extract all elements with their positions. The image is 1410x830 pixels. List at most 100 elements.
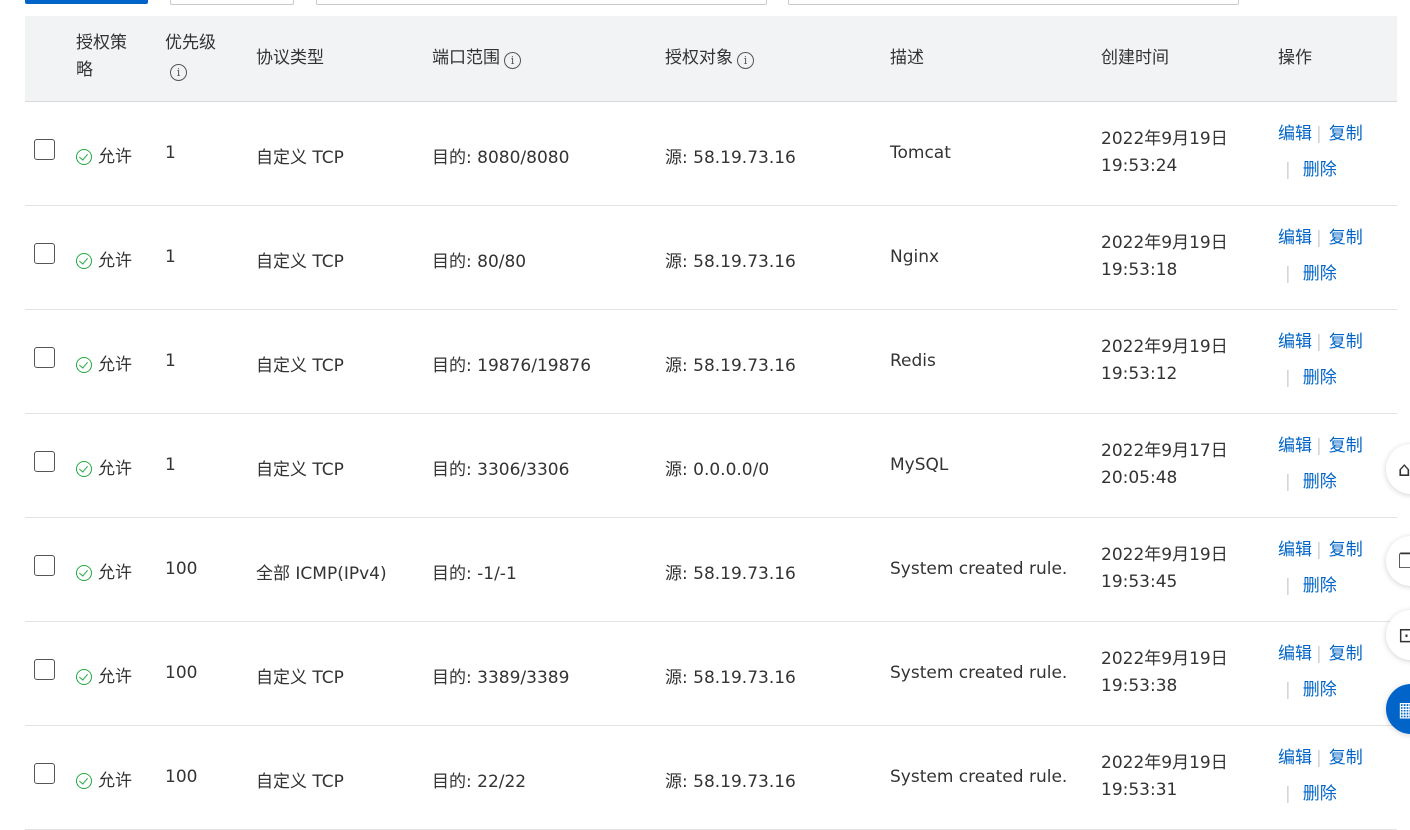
row-checkbox[interactable] (34, 347, 55, 368)
copy-link[interactable]: 复制 (1329, 228, 1363, 248)
header-priority-label: 优先级 (165, 33, 216, 53)
protocol-cell: 自定义 TCP (256, 460, 344, 480)
check-circle-icon (76, 669, 92, 685)
header-protocol: 协议类型 (256, 48, 324, 68)
row-checkbox[interactable] (34, 451, 55, 472)
protocol-cell: 自定义 TCP (256, 356, 344, 376)
desc-cell: Nginx (890, 247, 940, 267)
search-input[interactable] (788, 0, 1239, 5)
ops-cell: 编辑 | 复制 | 删除 (1278, 532, 1363, 604)
policy-cell: 允许 (76, 454, 132, 479)
copy-link[interactable]: 复制 (1329, 540, 1363, 560)
copy-link[interactable]: 复制 (1329, 644, 1363, 664)
row-checkbox[interactable] (34, 139, 55, 160)
policy-label: 允许 (98, 251, 132, 271)
edit-link[interactable]: 编辑 (1278, 332, 1312, 352)
edit-link[interactable]: 编辑 (1278, 644, 1312, 664)
row-checkbox[interactable] (34, 763, 55, 784)
ops-separator: | (1316, 332, 1322, 352)
row-checkbox[interactable] (34, 659, 55, 680)
edit-link[interactable]: 编辑 (1278, 540, 1312, 560)
header-policy: 授权策 略 (76, 30, 146, 84)
copy-link[interactable]: 复制 (1329, 124, 1363, 144)
ops-separator: | (1285, 264, 1291, 284)
header-ops: 操作 (1278, 48, 1312, 68)
priority-cell: 1 (165, 143, 176, 163)
copy-link[interactable]: 复制 (1329, 748, 1363, 768)
row-checkbox[interactable] (34, 555, 55, 576)
delete-link[interactable]: 删除 (1303, 368, 1337, 388)
info-icon[interactable]: i (170, 64, 187, 81)
priority-cell: 100 (165, 663, 198, 683)
edit-link[interactable]: 编辑 (1278, 124, 1312, 144)
copy-link[interactable]: 复制 (1329, 436, 1363, 456)
ops-separator: | (1285, 368, 1291, 388)
target-cell: 源: 58.19.73.16 (665, 148, 796, 168)
created-cell: 2022年9月19日 19:53:31 (1101, 750, 1228, 804)
check-circle-icon (76, 357, 92, 373)
ops-cell: 编辑 | 复制 | 删除 (1278, 116, 1363, 188)
ops-separator: | (1285, 160, 1291, 180)
header-priority: 优先级 i (165, 30, 216, 84)
policy-cell: 允许 (76, 766, 132, 791)
created-cell: 2022年9月17日 20:05:48 (1101, 438, 1228, 492)
policy-cell: 允许 (76, 350, 132, 375)
info-icon[interactable]: i (737, 52, 754, 69)
delete-link[interactable]: 删除 (1303, 472, 1337, 492)
ops-cell: 编辑 | 复制 | 删除 (1278, 220, 1363, 292)
created-cell: 2022年9月19日 19:53:12 (1101, 334, 1228, 388)
created-time: 20:05:48 (1101, 468, 1178, 488)
policy-cell: 允许 (76, 558, 132, 583)
created-date: 2022年9月19日 (1101, 233, 1228, 253)
ops-separator: | (1316, 124, 1322, 144)
ops-separator: | (1285, 576, 1291, 596)
delete-link[interactable]: 删除 (1303, 264, 1337, 284)
created-time: 19:53:31 (1101, 780, 1178, 800)
desc-cell: System created rule. (890, 663, 1068, 683)
primary-action-button[interactable] (25, 0, 148, 4)
table-header: 授权策 略 优先级 i 协议类型 端口范围 i 授权对象 i 描述 创建时间 操作 (25, 16, 1397, 102)
header-policy-line1: 授权策 (76, 33, 127, 53)
edit-link[interactable]: 编辑 (1278, 748, 1312, 768)
priority-cell: 1 (165, 455, 176, 475)
row-checkbox[interactable] (34, 243, 55, 264)
ops-cell: 编辑 | 复制 | 删除 (1278, 428, 1363, 500)
filter-input[interactable] (316, 0, 767, 5)
policy-cell: 允许 (76, 246, 132, 271)
delete-link[interactable]: 删除 (1303, 784, 1337, 804)
check-circle-icon (76, 773, 92, 789)
created-date: 2022年9月19日 (1101, 337, 1228, 357)
created-date: 2022年9月19日 (1101, 129, 1228, 149)
policy-label: 允许 (98, 771, 132, 791)
delete-link[interactable]: 删除 (1303, 160, 1337, 180)
policy-label: 允许 (98, 355, 132, 375)
delete-link[interactable]: 删除 (1303, 576, 1337, 596)
created-time: 19:53:18 (1101, 260, 1178, 280)
port-cell: 目的: -1/-1 (432, 564, 517, 584)
edit-link[interactable]: 编辑 (1278, 228, 1312, 248)
info-icon[interactable]: i (504, 52, 521, 69)
edit-link[interactable]: 编辑 (1278, 436, 1312, 456)
policy-label: 允许 (98, 459, 132, 479)
created-date: 2022年9月19日 (1101, 649, 1228, 669)
table-row: 允许 1 自定义 TCP 目的: 3306/3306 源: 0.0.0.0/0 … (25, 414, 1397, 518)
port-cell: 目的: 3306/3306 (432, 460, 570, 480)
ops-separator: | (1285, 680, 1291, 700)
created-date: 2022年9月19日 (1101, 545, 1228, 565)
desc-cell: MySQL (890, 455, 949, 475)
port-cell: 目的: 3389/3389 (432, 668, 570, 688)
copy-link[interactable]: 复制 (1329, 332, 1363, 352)
delete-link[interactable]: 删除 (1303, 680, 1337, 700)
priority-cell: 1 (165, 247, 176, 267)
port-cell: 目的: 8080/8080 (432, 148, 570, 168)
table-row: 允许 100 自定义 TCP 目的: 22/22 源: 58.19.73.16 … (25, 726, 1397, 830)
ops-separator: | (1316, 228, 1322, 248)
ops-separator: | (1316, 644, 1322, 664)
created-time: 19:53:38 (1101, 676, 1178, 696)
target-cell: 源: 0.0.0.0/0 (665, 460, 770, 480)
protocol-cell: 自定义 TCP (256, 148, 344, 168)
target-cell: 源: 58.19.73.16 (665, 668, 796, 688)
policy-cell: 允许 (76, 662, 132, 687)
protocol-cell: 自定义 TCP (256, 252, 344, 272)
filter-select[interactable] (170, 0, 294, 5)
